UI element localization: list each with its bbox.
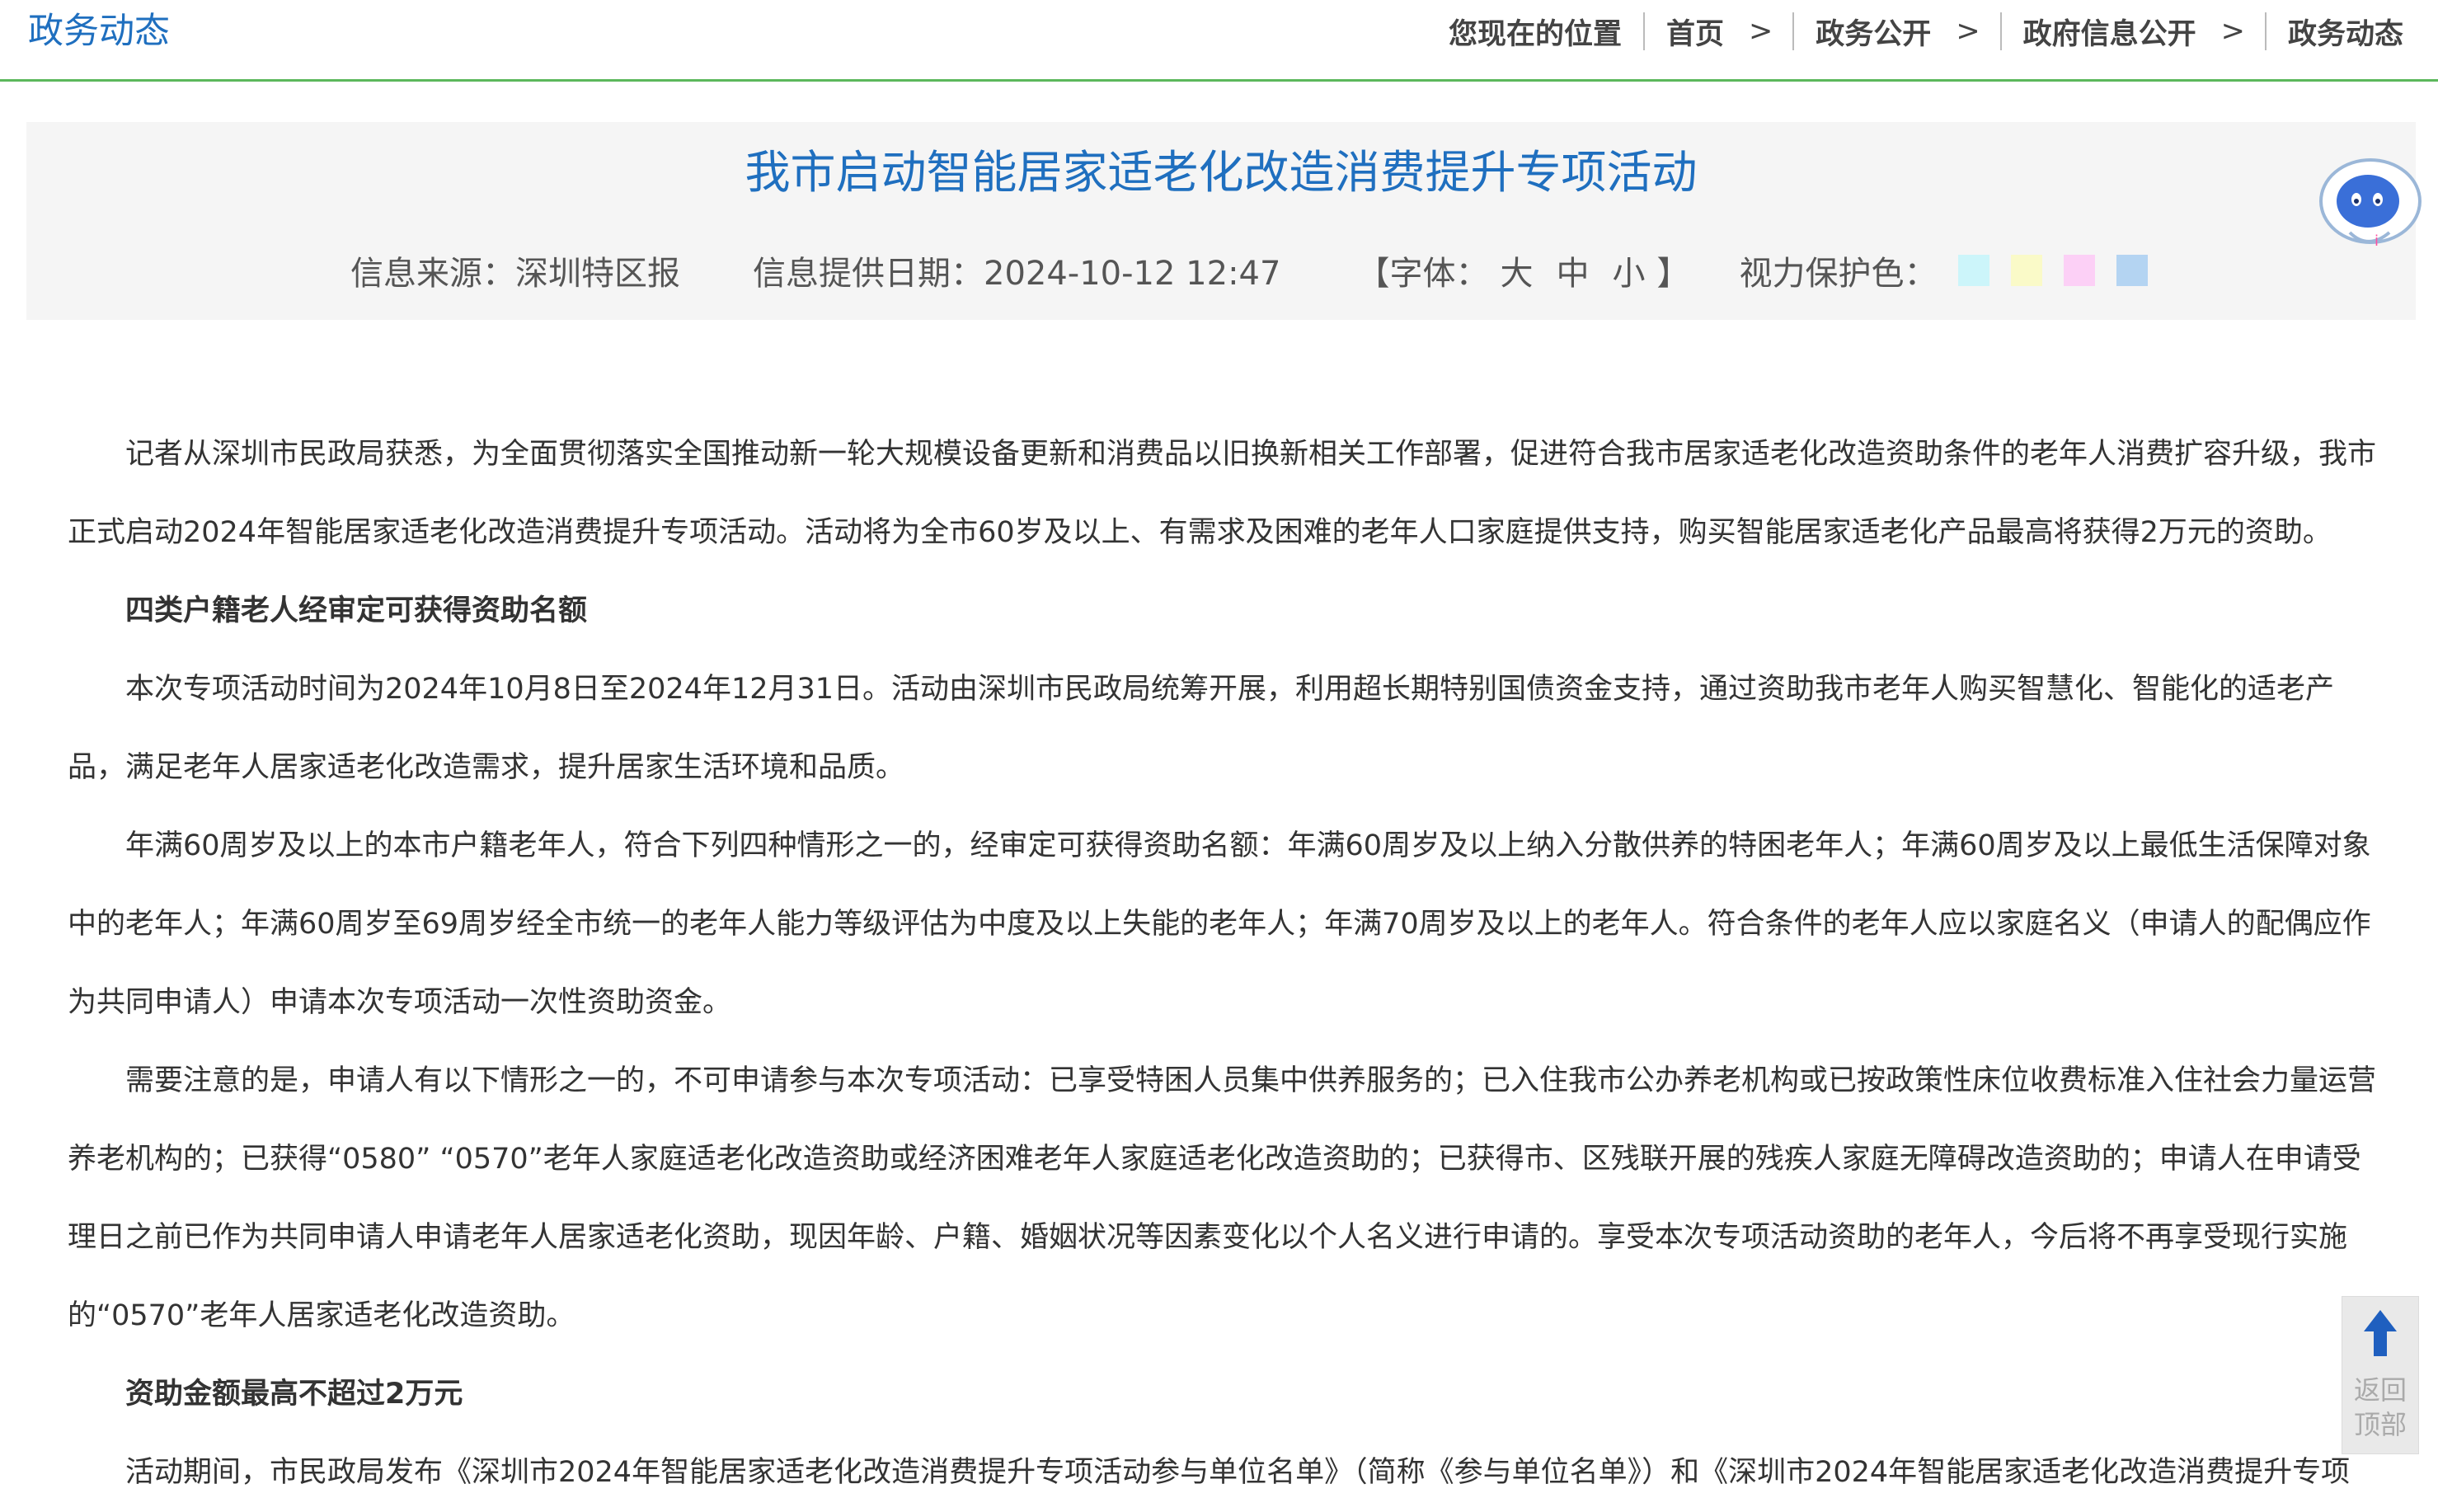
breadcrumb-label: 您现在的位置 — [1448, 17, 1622, 51]
paragraph: 年满60周岁及以上的本市户籍老年人，符合下列四种情形之一的，经审定可获得资助名额… — [68, 829, 2371, 1019]
eye-care-pink-swatch[interactable] — [2064, 255, 2096, 286]
top-bar: 政务动态 您现在的位置 首页 > 政务公开 > 政府信息公开 > 政务动态 — [0, 0, 2438, 82]
svg-text:i: i — [2375, 232, 2379, 250]
paragraph: 需要注意的是，申请人有以下情形之一的，不可申请参与本次专项活动：已享受特困人员集… — [68, 1064, 2377, 1332]
publish-date: 信息提供日期：2024-10-12 12:47 — [753, 255, 1281, 293]
info-source: 信息来源：深圳特区报 — [350, 255, 680, 293]
eye-care-yellow-swatch[interactable] — [2011, 255, 2043, 286]
font-small-button[interactable]: 小 — [1612, 247, 1645, 294]
article-body: 记者从深圳市民政局获悉，为全面贯彻落实全国推动新一轮大规模设备更新和消费品以旧换… — [68, 416, 2376, 1512]
breadcrumb-arrow-icon: > — [1956, 15, 1980, 48]
breadcrumb-arrow-icon: > — [1748, 15, 1773, 48]
back-to-top-button[interactable]: 返回 顶部 — [2342, 1296, 2419, 1454]
subheading: 四类户籍老人经审定可获得资助名额 — [125, 594, 588, 627]
paragraph: 本次专项活动时间为2024年10月8日至2024年12月31日。活动由深圳市民政… — [68, 673, 2335, 784]
breadcrumb-divider — [1792, 12, 1795, 50]
eye-care-cyan-swatch[interactable] — [1958, 255, 1990, 286]
font-large-button[interactable]: 大 — [1500, 247, 1533, 294]
font-size-close: 】 — [1656, 255, 1690, 293]
breadcrumb-home[interactable]: 首页 — [1666, 11, 1724, 53]
article-title: 我市启动智能居家适老化改造消费提升专项活动 — [745, 146, 1698, 199]
section-title[interactable]: 政务动态 — [28, 7, 170, 56]
breadcrumb-gov-affairs[interactable]: 政务公开 — [1816, 11, 1931, 53]
article-meta: 信息来源：深圳特区报 信息提供日期：2024-10-12 12:47 【字体： … — [350, 246, 2149, 295]
breadcrumb-arrow-icon: > — [2220, 15, 2245, 48]
breadcrumb-current[interactable]: 政务动态 — [2288, 11, 2403, 53]
breadcrumb-gov-info[interactable]: 政府信息公开 — [2023, 11, 2196, 53]
article-header: 我市启动智能居家适老化改造消费提升专项活动 信息来源：深圳特区报 信息提供日期：… — [26, 122, 2416, 320]
breadcrumb-divider — [1642, 12, 1645, 50]
back-to-top-label: 返回 顶部 — [2353, 1374, 2407, 1440]
font-size-label: 【字体： — [1356, 255, 1489, 293]
breadcrumb-divider — [2264, 12, 2267, 50]
eye-care-blue-swatch[interactable] — [2116, 255, 2149, 286]
subheading: 资助金额最高不超过2万元 — [125, 1378, 463, 1411]
font-medium-button[interactable]: 中 — [1556, 247, 1589, 294]
breadcrumb: 您现在的位置 首页 > 政务公开 > 政府信息公开 > 政务动态 — [1449, 8, 2403, 54]
up-arrow-icon — [2364, 1310, 2397, 1356]
eye-care-label: 视力保护色： — [1739, 255, 1938, 293]
paragraph: 活动期间，市民政局发布《深圳市2024年智能居家适老化改造消费提升专项活动参与单… — [125, 1456, 2351, 1489]
paragraph: 记者从深圳市民政局获悉，为全面贯彻落实全国推动新一轮大规模设备更新和消费品以旧换… — [68, 438, 2377, 549]
breadcrumb-divider — [1999, 12, 2002, 50]
assistant-robot-icon[interactable]: i — [2317, 153, 2424, 261]
